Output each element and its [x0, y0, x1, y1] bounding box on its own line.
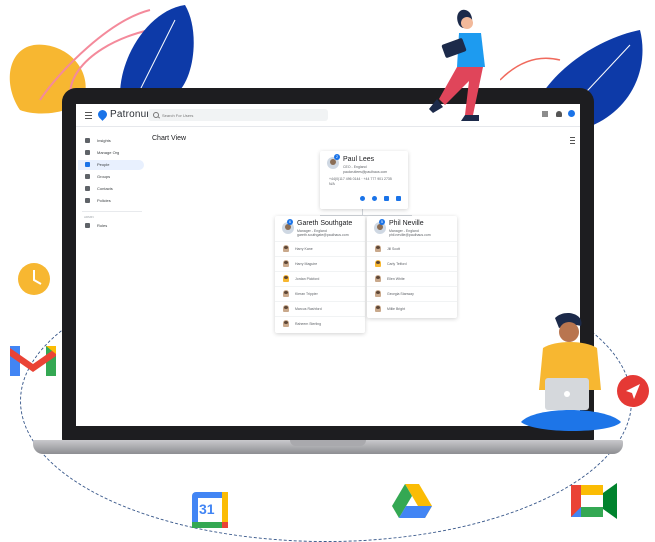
- clock-logo: [18, 263, 50, 295]
- sidebar-item-label: Manage Org: [97, 150, 120, 155]
- reports-count-badge: 5: [379, 219, 385, 225]
- person-title: CEO - England: [343, 165, 367, 169]
- search-input[interactable]: [162, 110, 322, 120]
- arrow-logo: [617, 375, 649, 407]
- sidebar-item-policies[interactable]: Policies: [78, 196, 144, 206]
- report-name: Harry Kane: [295, 247, 313, 251]
- org-icon: [85, 150, 90, 155]
- woman-with-tablet-illustration: [429, 9, 485, 121]
- list-item[interactable]: Marcus Rashford: [275, 301, 365, 315]
- bell-icon[interactable]: [556, 111, 562, 117]
- report-name: Raheem Sterling: [295, 322, 322, 326]
- person-location: N/A: [329, 182, 335, 186]
- patronum-logo-icon: [96, 108, 109, 121]
- person-icon: [85, 162, 90, 167]
- gmail-logo: [10, 346, 56, 376]
- avatar: [283, 245, 289, 252]
- phone-icon[interactable]: [360, 196, 365, 201]
- person-email: paulcrutlees@paulhaus.com: [343, 170, 388, 174]
- sidebar-section-label: ADMIN: [84, 215, 94, 219]
- person-email: gareth.southgate@paulhaus.com: [297, 233, 349, 237]
- menu-icon[interactable]: [85, 112, 92, 119]
- avatar: [375, 305, 381, 312]
- manager-card[interactable]: 6 Gareth Southgate Manager - England gar…: [275, 216, 365, 333]
- person-name: Paul Lees: [343, 156, 375, 163]
- report-name: Marcus Rashford: [295, 307, 322, 311]
- report-name: Jordan Pickford: [295, 277, 320, 281]
- report-name: Jill Scott: [387, 247, 401, 251]
- list-item[interactable]: Jill Scott: [367, 241, 457, 255]
- list-item[interactable]: Carly Telford: [367, 256, 457, 270]
- sidebar-divider: [82, 211, 142, 212]
- avatar: [375, 275, 381, 282]
- avatar: [375, 290, 381, 297]
- manager-card[interactable]: 5 Phil Neville Manager - England phil.ne…: [367, 216, 457, 318]
- avatar: [283, 260, 289, 267]
- sidebar-item-groups[interactable]: Groups: [78, 172, 144, 182]
- person-email: phil.neville@paulhaus.com: [389, 233, 431, 237]
- sidebar-item-label: Contacts: [97, 186, 113, 191]
- calendar-icon[interactable]: [384, 196, 389, 201]
- avatar: [375, 245, 381, 252]
- user-avatar[interactable]: [568, 110, 575, 117]
- groups-icon: [85, 174, 90, 179]
- sidebar-item-manage-org[interactable]: Manage Org: [78, 148, 144, 158]
- avatar: [283, 290, 289, 297]
- search-box[interactable]: [148, 109, 328, 121]
- meet-logo: [571, 483, 617, 519]
- list-item[interactable]: Georgia Stanway: [367, 286, 457, 300]
- avatar: [283, 320, 289, 327]
- sidebar-item-insights[interactable]: Insights: [78, 136, 144, 146]
- chart-icon: [85, 138, 90, 143]
- reports-count-badge: 2: [334, 154, 340, 160]
- drive-logo: [392, 484, 432, 518]
- sidebar-item-contacts[interactable]: Contacts: [78, 184, 144, 194]
- list-item[interactable]: Harry Kane: [275, 241, 365, 255]
- sidebar-item-people[interactable]: People: [78, 160, 144, 170]
- mail-icon[interactable]: [396, 196, 401, 201]
- avatar: [283, 305, 289, 312]
- policy-icon: [85, 198, 90, 203]
- report-name: Carly Telford: [387, 262, 407, 266]
- list-item[interactable]: Kieran Trippier: [275, 286, 365, 300]
- page-title: Chart View: [152, 135, 187, 142]
- chat-icon[interactable]: [372, 196, 377, 201]
- root-person-card[interactable]: 2 Paul Lees CEO - England paulcrutlees@p…: [320, 151, 408, 209]
- sidebar-item-label: Insights: [97, 138, 111, 143]
- avatar: [283, 275, 289, 282]
- person-name: Gareth Southgate: [297, 220, 353, 227]
- sidebar-item-label: Policies: [97, 198, 111, 203]
- view-menu-icon[interactable]: [570, 137, 575, 144]
- calendar-logo: 31: [192, 492, 228, 528]
- sidebar-item-label: Groups: [97, 174, 111, 179]
- report-name: Kieran Trippier: [295, 292, 318, 296]
- list-item[interactable]: Raheem Sterling: [275, 316, 365, 330]
- person-phone: +44(0)117 496 0144 · +44 777 901 2735: [329, 177, 392, 181]
- avatar: [375, 260, 381, 267]
- report-name: Harry Maguire: [295, 262, 318, 266]
- reports-count-badge: 6: [287, 219, 293, 225]
- person-name: Phil Neville: [389, 220, 424, 227]
- report-name: Georgia Stanway: [387, 292, 414, 296]
- list-item[interactable]: Ellen White: [367, 271, 457, 285]
- sidebar: Insights Manage Org People Groups Contac…: [76, 127, 146, 426]
- app-screen: Patronum Insights Manage Org People Grou…: [76, 104, 580, 426]
- search-icon: [153, 112, 159, 118]
- apps-grid-icon[interactable]: [542, 111, 548, 117]
- report-name: Ellen White: [387, 277, 405, 281]
- sidebar-item-label: Roles: [97, 223, 108, 228]
- list-item[interactable]: Jordan Pickford: [275, 271, 365, 285]
- report-name: Millie Bright: [387, 307, 406, 311]
- laptop-notch: [290, 440, 366, 446]
- sidebar-item-label: People: [97, 162, 110, 167]
- list-item[interactable]: Harry Maguire: [275, 256, 365, 270]
- contacts-icon: [85, 186, 90, 191]
- calendar-day-number: 31: [199, 501, 215, 517]
- man-with-laptop-illustration: [521, 312, 621, 431]
- list-item[interactable]: Millie Bright: [367, 301, 457, 315]
- sidebar-item-roles[interactable]: Roles: [78, 221, 144, 231]
- roles-icon: [85, 223, 90, 228]
